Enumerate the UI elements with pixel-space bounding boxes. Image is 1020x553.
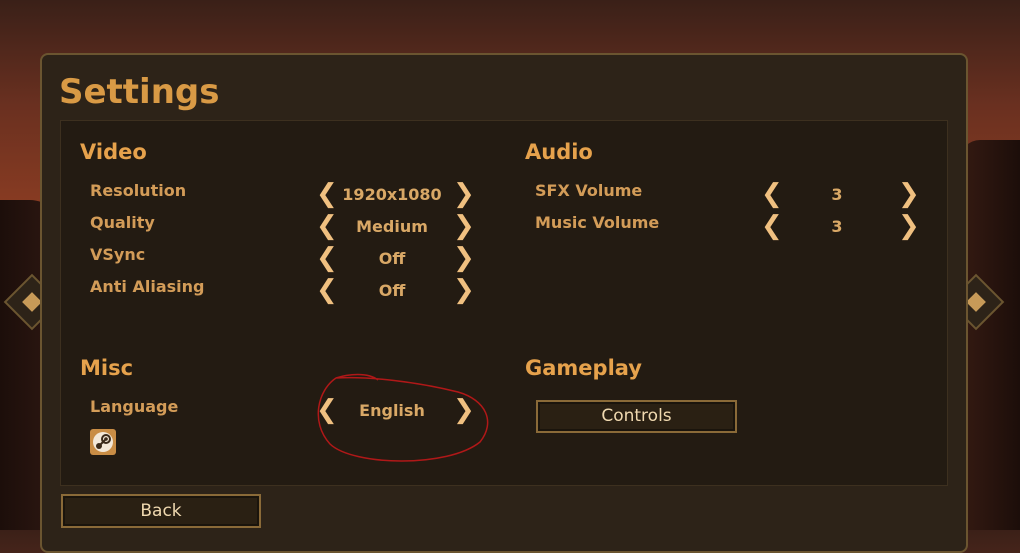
- resolution-value: 1920x1080: [342, 185, 442, 204]
- sfx-volume-value: 3: [831, 185, 843, 204]
- vsync-right-arrow-icon[interactable]: ❯: [453, 245, 475, 271]
- quality-right-arrow-icon[interactable]: ❯: [453, 213, 475, 239]
- quality-left-arrow-icon[interactable]: ❮: [316, 213, 338, 239]
- sfx-volume-label: SFX Volume: [535, 181, 643, 200]
- vsync-left-arrow-icon[interactable]: ❮: [316, 245, 338, 271]
- music-volume-value: 3: [831, 217, 843, 236]
- resolution-left-arrow-icon[interactable]: ❮: [316, 181, 338, 207]
- anti-aliasing-right-arrow-icon[interactable]: ❯: [453, 277, 475, 303]
- vsync-label: VSync: [90, 245, 146, 264]
- sfx-volume-right-arrow-icon[interactable]: ❯: [898, 181, 920, 207]
- anti-aliasing-left-arrow-icon[interactable]: ❮: [316, 277, 338, 303]
- vsync-value: Off: [378, 249, 406, 268]
- steam-icon[interactable]: [90, 429, 116, 455]
- anti-aliasing-value: Off: [378, 281, 406, 300]
- music-volume-right-arrow-icon[interactable]: ❯: [898, 213, 920, 239]
- language-label: Language: [90, 397, 179, 416]
- misc-heading: Misc: [80, 356, 134, 380]
- audio-heading: Audio: [525, 140, 593, 164]
- quality-label: Quality: [90, 213, 155, 232]
- music-volume-left-arrow-icon[interactable]: ❮: [761, 213, 783, 239]
- controls-button[interactable]: Controls: [536, 400, 737, 433]
- quality-value: Medium: [356, 217, 428, 236]
- video-heading: Video: [80, 140, 147, 164]
- red-annotation-circle: [317, 373, 489, 462]
- anti-aliasing-label: Anti Aliasing: [90, 277, 205, 296]
- music-volume-label: Music Volume: [535, 213, 660, 232]
- background-tree-right: [960, 140, 1020, 530]
- back-button[interactable]: Back: [61, 494, 261, 528]
- resolution-right-arrow-icon[interactable]: ❯: [453, 181, 475, 207]
- gameplay-heading: Gameplay: [525, 356, 642, 380]
- resolution-label: Resolution: [90, 181, 187, 200]
- page-title: Settings: [59, 72, 220, 112]
- sfx-volume-left-arrow-icon[interactable]: ❮: [761, 181, 783, 207]
- settings-inner-panel: [60, 120, 948, 486]
